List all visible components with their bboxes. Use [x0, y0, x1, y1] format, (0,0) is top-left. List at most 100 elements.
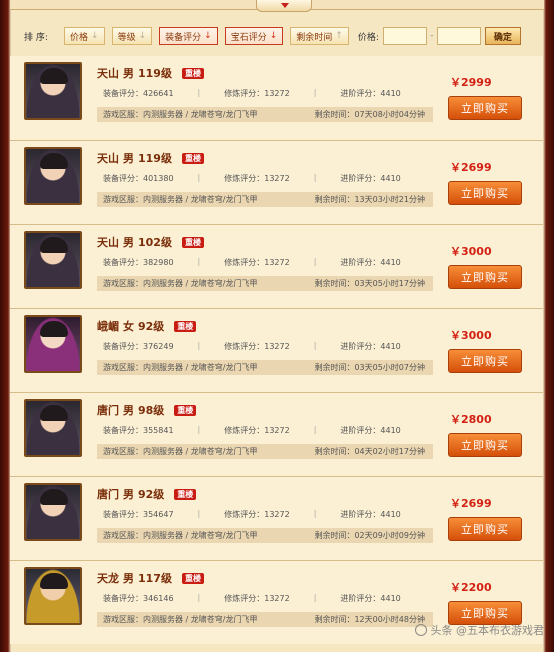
gender: 男 [123, 67, 134, 80]
level: 92级 [138, 320, 165, 333]
listing-title[interactable]: 天山 男 119级 重楼 [97, 66, 204, 80]
price: ￥2699 [450, 161, 492, 174]
server-badge: 重楼 [181, 67, 204, 79]
score-stats: 装备评分：346146 | 修炼评分：13272 | 进阶评分：4410 [103, 593, 425, 604]
remaining-time: 剩余时间：13天03小时21分钟 [314, 195, 425, 204]
gender: 男 [123, 404, 134, 417]
server-info-bar: 游戏区服：内测服务器 / 龙啸苍穹/龙门飞甲 剩余时间：02天09小时09分钟 [97, 528, 433, 543]
sort-price-button[interactable]: 价格 ↓ [64, 27, 105, 45]
character-avatar[interactable] [24, 483, 82, 541]
listing-title[interactable]: 峨嵋 女 92级 重楼 [97, 319, 197, 333]
advance-score: 进阶评分：4410 [340, 426, 401, 435]
server-badge: 重楼 [181, 152, 204, 164]
score-stats: 装备评分：401380 | 修炼评分：13272 | 进阶评分：4410 [103, 173, 425, 184]
price: ￥3000 [450, 329, 492, 342]
sort-remaining-time-label: 剩余时间 [296, 32, 333, 43]
buy-now-button[interactable]: 立即购买 [448, 265, 522, 289]
server-info: 游戏区服：内测服务器 / 龙啸苍穹/龙门飞甲 [103, 531, 258, 540]
buy-now-button[interactable]: 立即购买 [448, 433, 522, 457]
refine-score: 修炼评分：13272 [224, 510, 290, 519]
server-info-bar: 游戏区服：内测服务器 / 龙啸苍穹/龙门飞甲 剩余时间：12天00小时48分钟 [97, 612, 433, 627]
price-min-input[interactable] [382, 27, 427, 45]
refine-score: 修炼评分：13272 [224, 89, 290, 98]
divider: | [197, 425, 201, 434]
character-avatar[interactable] [24, 231, 82, 289]
divider: | [197, 509, 201, 518]
remaining-time: 剩余时间：02天09小时09分钟 [314, 531, 425, 540]
buy-now-button[interactable]: 立即购买 [448, 181, 522, 205]
server-info-bar: 游戏区服：内测服务器 / 龙啸苍穹/龙门飞甲 剩余时间：07天08小时04分钟 [97, 107, 433, 122]
buy-now-button[interactable]: 立即购买 [448, 517, 522, 541]
character-avatar[interactable] [24, 147, 82, 205]
listing-title[interactable]: 唐门 男 98级 重楼 [97, 403, 197, 417]
sort-equip-score-button[interactable]: 装备评分 ↓ [159, 27, 218, 45]
character-avatar[interactable] [24, 315, 82, 373]
server-info-bar: 游戏区服：内测服务器 / 龙啸苍穹/龙门飞甲 剩余时间：13天03小时21分钟 [97, 192, 433, 207]
avatar-hair [40, 405, 68, 421]
remaining-time: 剩余时间：03天05小时17分钟 [314, 279, 425, 288]
character-avatar[interactable] [24, 399, 82, 457]
listing-title[interactable]: 天龙 男 117级 重楼 [97, 571, 204, 585]
server-badge: 重楼 [174, 404, 197, 416]
divider: | [313, 341, 317, 350]
divider: | [197, 257, 201, 266]
server-info: 游戏区服：内测服务器 / 龙啸苍穹/龙门飞甲 [103, 447, 258, 456]
avatar-hair [40, 68, 68, 84]
collapse-tab[interactable] [256, 0, 312, 12]
score-stats: 装备评分：376249 | 修炼评分：13272 | 进阶评分：4410 [103, 341, 425, 352]
server-badge: 重楼 [174, 320, 197, 332]
gender: 男 [123, 152, 134, 165]
buy-now-button[interactable]: 立即购买 [448, 349, 522, 373]
arrow-down-icon: ↓ [138, 31, 147, 41]
gender: 男 [123, 236, 134, 249]
score-stats: 装备评分：355841 | 修炼评分：13272 | 进阶评分：4410 [103, 425, 425, 436]
sort-gem-score-button[interactable]: 宝石评分 ↓ [224, 27, 284, 45]
score-stats: 装备评分：426641 | 修炼评分：13272 | 进阶评分：4410 [103, 88, 425, 99]
character-avatar[interactable] [24, 62, 82, 120]
equip-score: 装备评分：355841 [103, 426, 174, 435]
avatar-hair [40, 153, 68, 169]
arrow-down-icon: ↓ [91, 31, 99, 41]
confirm-button[interactable]: 确定 [484, 27, 521, 45]
equip-score: 装备评分：346146 [103, 594, 174, 603]
character-avatar[interactable] [24, 567, 82, 625]
server-badge: 重楼 [181, 236, 204, 248]
equip-score: 装备评分：401380 [103, 174, 174, 183]
school: 天龙 [97, 572, 119, 585]
server-badge: 重楼 [174, 488, 197, 500]
server-info: 游戏区服：内测服务器 / 龙啸苍穹/龙门飞甲 [103, 279, 258, 288]
equip-score: 装备评分：426641 [103, 89, 174, 98]
score-stats: 装备评分：354647 | 修炼评分：13272 | 进阶评分：4410 [103, 509, 425, 520]
school: 峨嵋 [97, 320, 119, 333]
refine-score: 修炼评分：13272 [224, 174, 290, 183]
sort-gem-score-label: 宝石评分 [230, 32, 267, 43]
divider: | [197, 341, 201, 350]
listing-title[interactable]: 天山 男 119级 重楼 [97, 151, 204, 165]
equip-score: 装备评分：382980 [103, 258, 174, 267]
price-max-input[interactable] [436, 27, 481, 45]
gender: 男 [123, 572, 134, 585]
divider: | [197, 593, 201, 602]
gender: 男 [123, 488, 134, 501]
school: 唐门 [97, 488, 119, 501]
divider: | [313, 425, 317, 434]
sort-level-button[interactable]: 等级 ↓ [111, 27, 153, 45]
sort-remaining-time-button[interactable]: 剩余时间 ↑ [290, 27, 349, 45]
avatar-hair [40, 321, 68, 337]
advance-score: 进阶评分：4410 [340, 258, 401, 267]
price-range-dash: - [430, 31, 434, 41]
refine-score: 修炼评分：13272 [224, 258, 290, 267]
remaining-time: 剩余时间：04天02小时17分钟 [314, 447, 425, 456]
listing-title[interactable]: 唐门 男 92级 重楼 [97, 487, 197, 501]
level: 92级 [138, 488, 165, 501]
listing-row: 唐门 男 92级 重楼 装备评分：354647 | 修炼评分：13272 | 进… [10, 476, 543, 560]
listing-row: 天山 男 119级 重楼 装备评分：426641 | 修炼评分：13272 | … [10, 56, 543, 140]
listing-row: 峨嵋 女 92级 重楼 装备评分：376249 | 修炼评分：13272 | 进… [10, 308, 543, 392]
advance-score: 进阶评分：4410 [340, 342, 401, 351]
avatar-hair [40, 489, 68, 505]
listing-title[interactable]: 天山 男 102级 重楼 [97, 235, 204, 249]
advance-score: 进阶评分：4410 [340, 594, 401, 603]
buy-now-button[interactable]: 立即购买 [448, 96, 522, 120]
price: ￥2800 [450, 413, 492, 426]
divider: | [313, 88, 317, 97]
